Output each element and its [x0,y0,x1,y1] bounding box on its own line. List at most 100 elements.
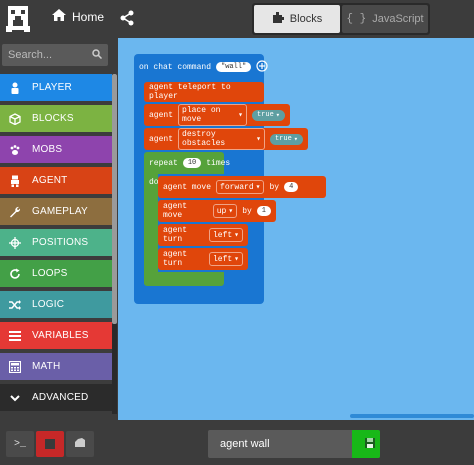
tutorial-button[interactable] [66,431,94,457]
repeat-block[interactable]: repeat 10 times [144,152,235,174]
agent-turn-left-block-1[interactable]: agent turn left ▾ [158,224,248,246]
chevron-down-icon [8,391,22,405]
home-icon [52,9,66,24]
bottom-bar: >_ agent wall [0,420,474,465]
move2-num[interactable]: 1 [256,206,271,216]
sidebar-item-label: AGENT [32,175,68,186]
sidebar-item-mobs[interactable]: MOBS [0,136,112,163]
chevron-down-icon: ▾ [234,255,239,264]
move2-dropdown[interactable]: up ▾ [212,204,238,218]
search-input[interactable]: Search... [2,44,108,66]
sidebar-item-gameplay[interactable]: GAMEPLAY [0,198,112,225]
shuffle-icon [8,298,22,312]
destroy-dropdown[interactable]: destroy obstacles ▾ [178,128,265,150]
tab-blocks[interactable]: Blocks [254,5,340,33]
home-button[interactable]: Home [52,9,104,24]
tab-javascript[interactable]: { } JavaScript [342,5,428,33]
sidebar-item-loops[interactable]: LOOPS [0,260,112,287]
destroy-dropdown-value: destroy obstacles [182,130,226,148]
loop-icon [8,267,22,281]
teleport-label: agent teleport to player [149,83,231,101]
repeat-loop-footer [144,272,224,286]
chevron-down-icon: ▾ [275,111,280,120]
event-label: on chat command [139,62,212,72]
move2-dropdown-value: up [216,206,227,216]
sidebar-item-label: POSITIONS [32,237,89,248]
terminal-icon: >_ [13,438,26,450]
search-icon[interactable] [92,48,103,62]
destroy-bool-value: true [274,135,292,143]
agent-destroy-obstacles-block[interactable]: agent destroy obstacles ▾ true ▾ [144,128,308,150]
calculator-icon [8,360,22,374]
robot-icon [8,174,22,188]
minecraft-logo-icon[interactable] [6,4,30,32]
sidebar-item-label: VARIABLES [32,330,89,341]
sidebar-item-variables[interactable]: VARIABLES [0,322,112,349]
chevron-down-icon: ▾ [228,207,234,216]
top-bar: Home Blocks { } JavaScript [0,0,474,38]
share-icon[interactable] [120,10,134,31]
chevron-down-icon: ▾ [293,135,298,144]
command-arg[interactable]: "wall" [216,62,252,72]
turn1-dropdown[interactable]: left ▾ [208,228,243,242]
add-param-icon[interactable] [256,59,268,75]
tab-blocks-label: Blocks [289,13,323,25]
move1-dropdown-value: forward [220,182,254,192]
repeat-label: repeat [149,158,178,168]
on-chat-command-block[interactable]: on chat command "wall" [134,58,273,76]
person-icon [8,81,22,95]
place-bool[interactable]: true ▾ [251,109,285,121]
move1-label: agent move [163,182,212,192]
repeat-suffix: times [206,158,231,168]
category-list: PLAYER BLOCKS MOBS AGENT GAMEPLAY POSITIONS LO… [0,74,112,415]
editor-toggle: Blocks { } JavaScript [252,3,430,35]
sidebar-scrollbar-thumb[interactable] [112,74,117,324]
stop-button[interactable] [36,431,64,457]
stop-icon [45,439,55,449]
destroy-bool[interactable]: true ▾ [269,133,303,145]
sidebar-item-label: MATH [32,361,61,372]
sidebar-item-player[interactable]: PLAYER [0,74,112,101]
chevron-down-icon: ▾ [255,183,261,192]
agent-teleport-block[interactable]: agent teleport to player [144,82,264,102]
puzzle-icon [272,11,284,27]
agent-turn-left-block-2[interactable]: agent turn left ▾ [158,248,248,270]
sidebar-item-positions[interactable]: POSITIONS [0,229,112,256]
terminal-button[interactable]: >_ [6,431,34,457]
sidebar-item-blocks[interactable]: BLOCKS [0,105,112,132]
save-button[interactable] [352,430,380,458]
agent-place-on-move-block[interactable]: agent place on move ▾ true ▾ [144,104,290,126]
workspace-scrollbar[interactable] [350,414,474,418]
turn2-dropdown-value: left [212,254,233,264]
move1-dropdown[interactable]: forward ▾ [216,180,265,194]
turn2-dropdown[interactable]: left ▾ [208,252,243,266]
place-bool-value: true [256,111,274,119]
agent-move-forward-block[interactable]: agent move forward ▾ by 4 [158,176,326,198]
crosshair-icon [8,236,22,250]
place-dropdown-value: place on move [182,106,221,124]
home-label: Home [72,9,105,24]
chevron-down-icon: ▾ [234,231,239,240]
chevron-down-icon: ▾ [238,111,243,120]
destroy-label: agent [149,134,174,144]
project-name-input[interactable]: agent wall [208,430,380,458]
move1-num[interactable]: 4 [284,182,299,192]
place-dropdown[interactable]: place on move ▾ [178,104,247,126]
list-icon [8,329,22,343]
repeat-count[interactable]: 10 [182,158,202,168]
sidebar-item-label: LOOPS [32,268,68,279]
search-placeholder: Search... [8,49,53,61]
save-icon [352,437,380,452]
move1-by: by [269,182,280,192]
sidebar-item-label: BLOCKS [32,113,74,124]
agent-move-up-block[interactable]: agent move up ▾ by 1 [158,200,276,222]
sidebar-item-math[interactable]: MATH [0,353,112,380]
sidebar-item-agent[interactable]: AGENT [0,167,112,194]
paw-icon [8,143,22,157]
sidebar-item-logic[interactable]: LOGIC [0,291,112,318]
sidebar-item-advanced[interactable]: ADVANCED [0,384,112,411]
blocks-workspace[interactable]: on chat command "wall" agent teleport to… [118,38,474,420]
move2-label: agent move [163,202,188,220]
place-label: agent [149,110,174,120]
project-name: agent wall [220,438,270,450]
